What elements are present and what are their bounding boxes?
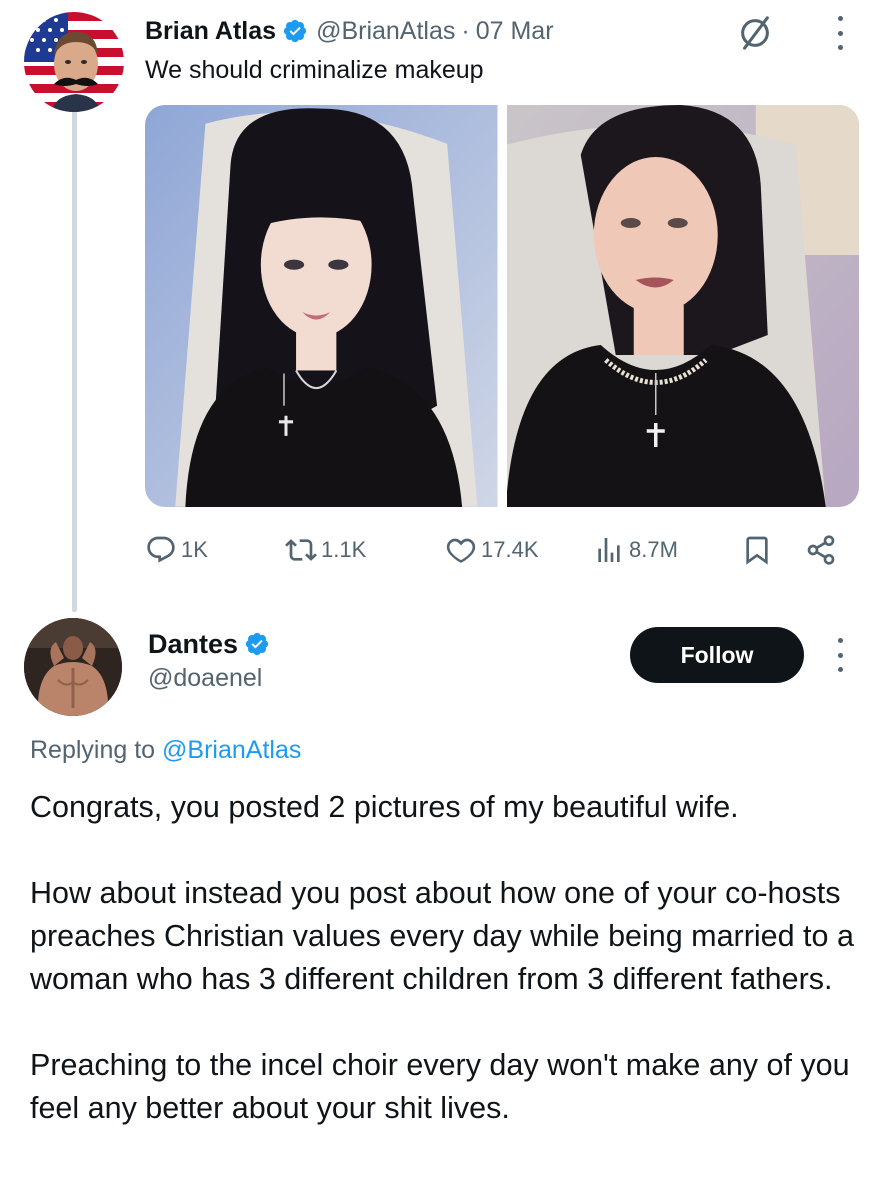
thread-connector-line — [72, 110, 77, 612]
heart-icon — [446, 538, 476, 563]
reply-author-name[interactable]: Dantes — [148, 629, 238, 660]
like-count: 17.4K — [481, 537, 539, 562]
share-icon — [807, 535, 835, 565]
reply-button[interactable]: 1K — [145, 528, 208, 572]
reply-icon — [147, 536, 175, 563]
media-photo-2[interactable] — [506, 105, 859, 507]
follow-button[interactable]: Follow — [630, 627, 804, 683]
tweet-media[interactable] — [145, 105, 859, 507]
views-button[interactable]: 8.7M — [593, 528, 678, 572]
reply-paragraph: Preaching to the incel choir every day w… — [30, 1048, 850, 1125]
more-options-icon[interactable] — [830, 16, 850, 50]
reply-author-handle[interactable]: @doaenel — [148, 664, 262, 693]
reply-paragraph: Congrats, you posted 2 pictures of my be… — [30, 790, 739, 824]
retweet-icon — [285, 539, 317, 561]
bookmark-button[interactable] — [741, 528, 777, 572]
reply-text: Congrats, you posted 2 pictures of my be… — [30, 786, 870, 1130]
verified-badge-icon — [283, 19, 307, 43]
separator-dot: · — [461, 16, 470, 45]
tweet-actions: 1K 1.1K 17.4K 8.7M — [145, 528, 850, 572]
like-button[interactable]: 17.4K — [445, 528, 539, 572]
replying-prefix: Replying to — [30, 736, 163, 764]
replying-to-handle-link[interactable]: @BrianAtlas — [162, 736, 301, 764]
bookmark-icon — [746, 536, 768, 565]
reply-count: 1K — [181, 537, 208, 562]
retweet-count: 1.1K — [321, 537, 367, 562]
tweet-text: We should criminalize makeup — [145, 56, 484, 84]
views-count: 8.7M — [629, 537, 678, 562]
reply-paragraph: How about instead you post about how one… — [30, 876, 854, 996]
tweet-date[interactable]: 07 Mar — [476, 17, 554, 46]
media-photo-1[interactable] — [145, 105, 498, 507]
author-name[interactable]: Brian Atlas — [145, 17, 276, 46]
replying-to: Replying to @BrianAtlas — [30, 736, 301, 765]
reply-author-row: Dantes — [148, 626, 278, 662]
more-options-icon[interactable] — [830, 638, 850, 672]
grok-icon[interactable] — [736, 14, 774, 52]
views-icon — [598, 538, 620, 562]
verified-badge-icon — [245, 632, 269, 656]
retweet-button[interactable]: 1.1K — [285, 528, 366, 572]
share-button[interactable] — [805, 528, 841, 572]
avatar[interactable] — [24, 618, 122, 716]
author-handle[interactable]: @BrianAtlas — [316, 17, 455, 46]
avatar[interactable] — [24, 12, 124, 112]
tweet-header: Brian Atlas @BrianAtlas · 07 Mar — [145, 14, 554, 48]
